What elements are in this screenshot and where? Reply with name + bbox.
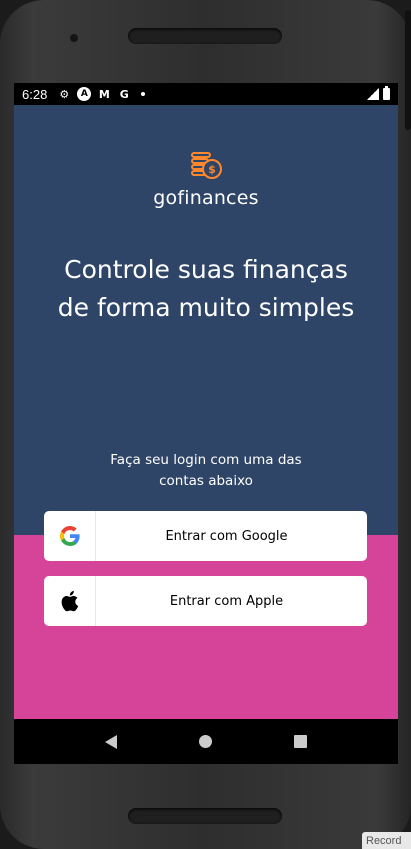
notification-dot (141, 92, 146, 96)
android-nav-bar (14, 719, 398, 764)
apple-login-button[interactable]: Entrar com Apple (44, 576, 367, 626)
google-icon-container (44, 511, 96, 561)
home-icon[interactable] (199, 735, 212, 748)
top-speaker (128, 28, 282, 44)
apple-icon-container (44, 576, 96, 626)
bottom-speaker (128, 808, 282, 824)
recent-apps-icon[interactable] (294, 735, 307, 748)
google-g-icon: G (119, 87, 129, 101)
battery-icon (383, 86, 390, 100)
apple-icon (61, 590, 78, 612)
gofinances-logo-icon: $ (191, 152, 222, 179)
status-time: 6:28 (22, 86, 48, 102)
gmail-icon: M (98, 87, 110, 101)
status-bar: 6:28 ⚙ A M G (14, 83, 398, 105)
accessibility-a-icon: A (77, 87, 92, 101)
login-instruction: Faça seu login com uma das contas abaixo (110, 452, 302, 489)
google-icon (59, 526, 80, 546)
footer-section (14, 535, 398, 719)
front-camera (70, 34, 78, 42)
brand-name: gofinances (153, 187, 259, 209)
svg-text:$: $ (208, 163, 216, 176)
cell-signal-icon (367, 88, 379, 100)
emulator-record-button[interactable]: Record (362, 832, 411, 849)
headline: Controle suas finanças de forma muito si… (57, 255, 355, 322)
back-icon[interactable] (105, 734, 117, 749)
google-login-label: Entrar com Google (165, 528, 288, 544)
screen: 6:28 ⚙ A M G $ gofinances Controle suas … (14, 83, 398, 764)
phone-frame: 6:28 ⚙ A M G $ gofinances Controle suas … (0, 0, 411, 849)
header-section: $ gofinances Controle suas finanças de f… (14, 105, 398, 535)
gear-icon: ⚙ (59, 87, 70, 101)
google-login-button[interactable]: Entrar com Google (44, 511, 367, 561)
power-button[interactable] (405, 10, 411, 130)
apple-login-label: Entrar com Apple (169, 593, 284, 609)
